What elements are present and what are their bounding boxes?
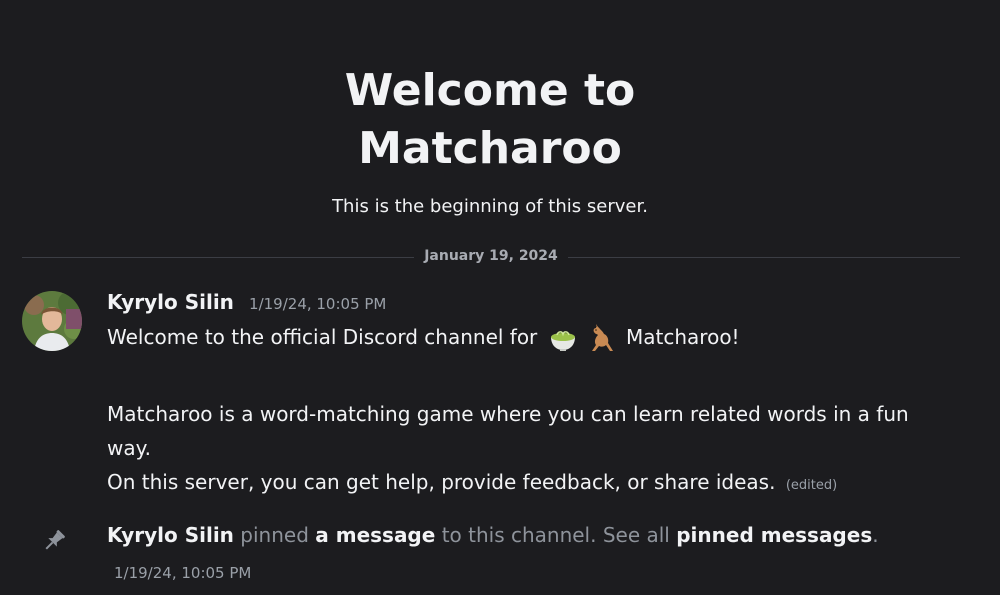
divider-date: January 19, 2024 — [424, 248, 558, 264]
divider-line-right — [568, 257, 960, 258]
welcome-title: Welcome to Matcharoo — [0, 62, 980, 178]
kangaroo-icon[interactable] — [586, 323, 616, 363]
date-divider: January 19, 2024 — [22, 246, 960, 268]
pinned-timestamp[interactable]: 1/19/24, 10:05 PM — [114, 564, 251, 582]
pinned-messages-link[interactable]: pinned messages — [676, 523, 872, 547]
message-author[interactable]: Kyrylo Silin — [107, 290, 234, 314]
matcha-icon[interactable] — [548, 323, 578, 363]
message-line-2: Matcharoo is a word-matching game where … — [107, 402, 909, 460]
message-line-1: Welcome to the official Discord channel … — [107, 320, 937, 363]
welcome-title-line2: Matcharoo — [358, 123, 622, 174]
message-header: Kyrylo Silin 1/19/24, 10:05 PM — [107, 290, 386, 318]
pinned-system-message: Kyrylo Silin pinned a message to this ch… — [107, 523, 879, 547]
pinned-text: pinned — [240, 523, 309, 547]
welcome-title-line1: Welcome to — [344, 65, 636, 116]
welcome-subtitle: This is the beginning of this server. — [332, 196, 648, 217]
pinned-channel-text: to this channel. See all — [441, 523, 670, 547]
message-line-1-app-name: Matcharoo! — [626, 325, 740, 349]
pinned-message-link[interactable]: a message — [315, 523, 435, 547]
message-content: Welcome to the official Discord channel … — [107, 320, 937, 503]
pin-icon — [40, 527, 68, 555]
message-timestamp[interactable]: 1/19/24, 10:05 PM — [249, 295, 386, 313]
message-line-1-text: Welcome to the official Discord channel … — [107, 325, 538, 349]
avatar[interactable] — [22, 291, 82, 351]
chat-view: Welcome to Matcharoo This is the beginni… — [0, 0, 1000, 595]
message-line-3: On this server, you can get help, provid… — [107, 465, 937, 503]
divider-line-left — [22, 257, 414, 258]
edited-indicator[interactable]: (edited) — [786, 478, 837, 493]
message-line-3-text: On this server, you can get help, provid… — [107, 470, 776, 494]
pinned-author[interactable]: Kyrylo Silin — [107, 523, 234, 547]
pinned-period: . — [872, 523, 879, 547]
